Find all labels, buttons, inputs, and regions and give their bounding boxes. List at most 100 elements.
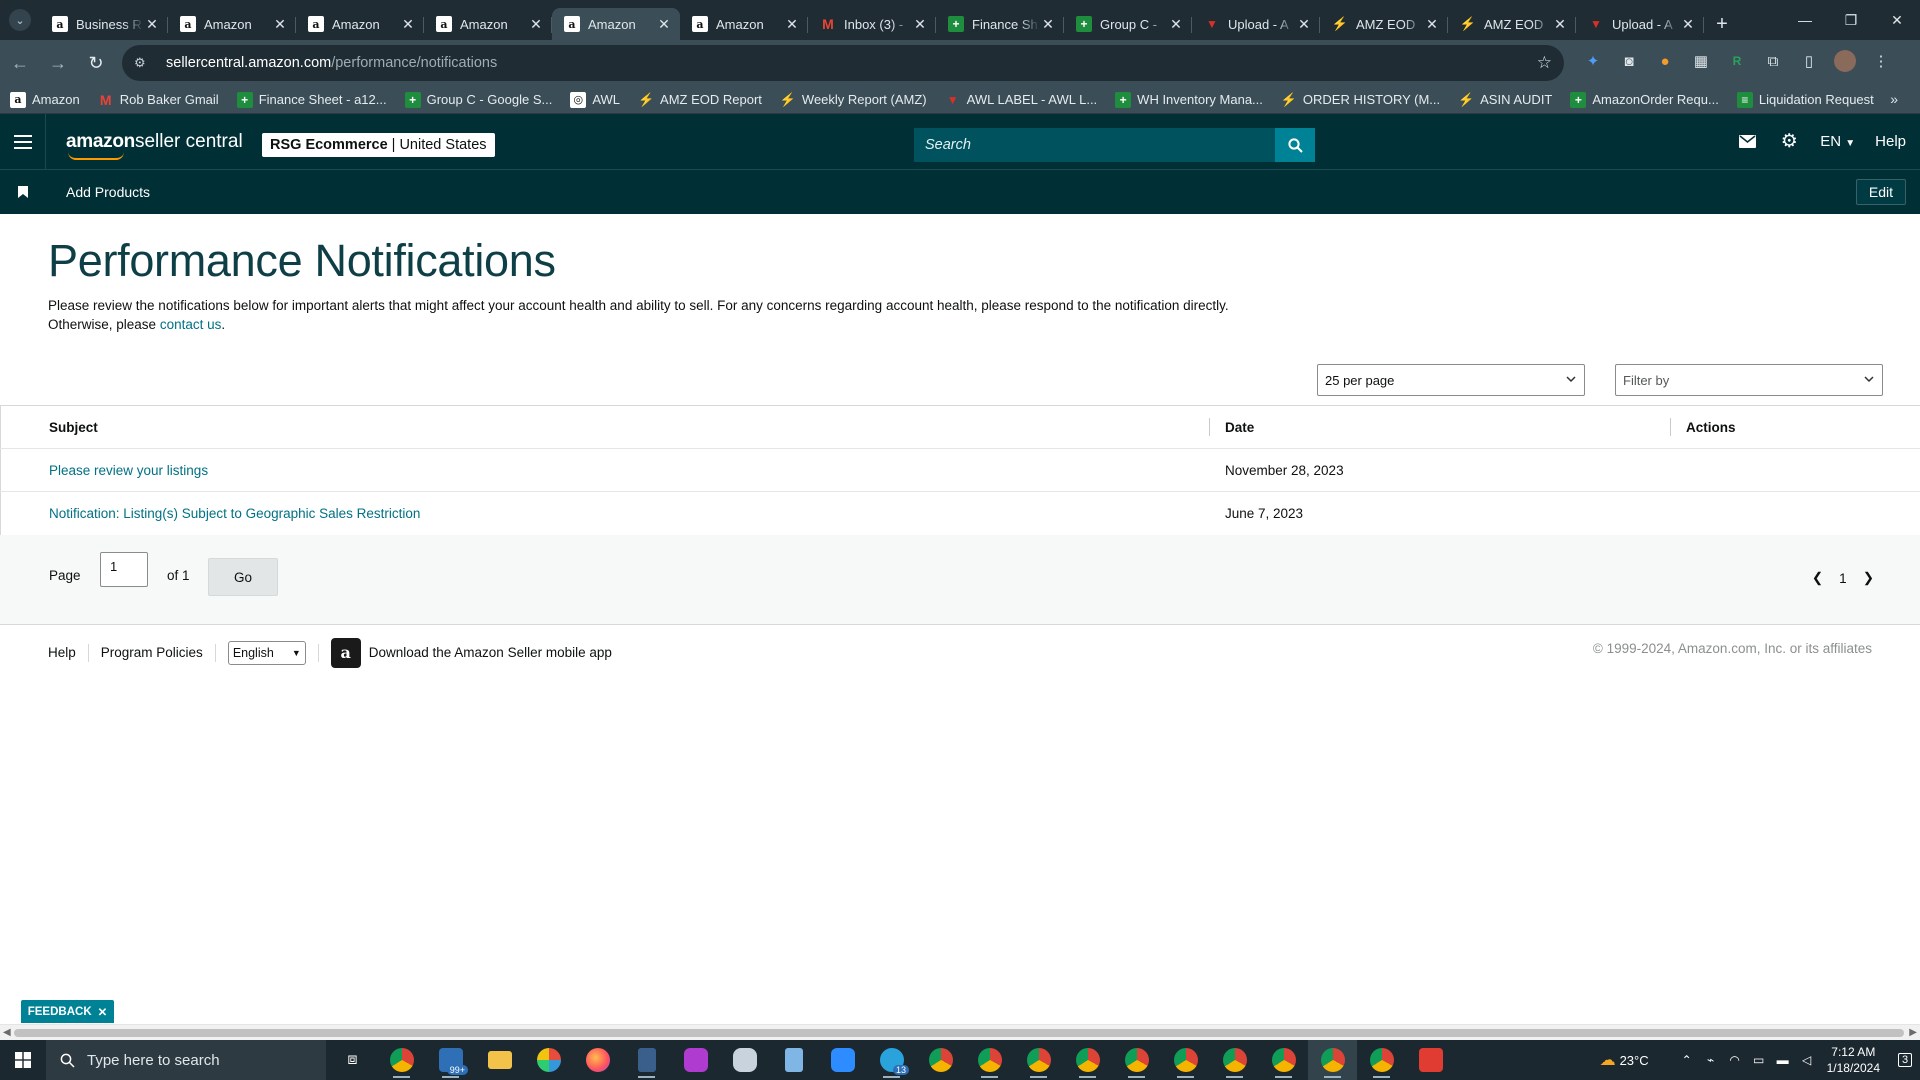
previous-page-icon[interactable]: ❮	[1812, 570, 1823, 586]
tab-close-icon[interactable]: ✕	[144, 16, 160, 32]
settings-gear-icon[interactable]: ⚙	[1778, 130, 1800, 153]
contact-us-link[interactable]: contact us	[160, 317, 222, 332]
current-page-number[interactable]: 1	[1839, 571, 1847, 586]
telegram-icon[interactable]: 13	[867, 1040, 916, 1080]
add-products-link[interactable]: Add Products	[66, 184, 150, 200]
reload-button[interactable]: ↻	[78, 45, 114, 81]
forward-button[interactable]: →	[40, 45, 76, 81]
bookmark-item[interactable]: ⚡ Weekly Report (AMZ)	[780, 92, 927, 108]
bookmark-item[interactable]: + WH Inventory Mana...	[1115, 91, 1263, 108]
browser-tab[interactable]: ⚡ AMZ EOD ✕	[1448, 8, 1576, 40]
browser-tab[interactable]: M Inbox (3) - ✕	[808, 8, 936, 40]
help-link[interactable]: Help	[1875, 133, 1906, 150]
bookmark-item[interactable]: ◎ AWL	[570, 91, 620, 108]
bookmark-item[interactable]: + AmazonOrder Requ...	[1570, 91, 1719, 108]
side-panel-icon[interactable]: ▯	[1794, 46, 1824, 76]
zoom-icon[interactable]	[818, 1040, 867, 1080]
program-policies-link[interactable]: Program Policies	[101, 645, 203, 660]
url-input[interactable]: ⚙ sellercentral.amazon.com/performance/n…	[122, 45, 1564, 81]
windows-start-button[interactable]	[0, 1040, 46, 1080]
taskbar-clock[interactable]: 7:12 AM 1/18/2024	[1827, 1044, 1880, 1076]
firefox-icon[interactable]	[573, 1040, 622, 1080]
browser-tab[interactable]: a Amazon ✕	[680, 8, 808, 40]
browser-tab[interactable]: a Amazon ✕	[296, 8, 424, 40]
chrome-profile-icon[interactable]	[965, 1040, 1014, 1080]
scrollbar-thumb[interactable]	[14, 1029, 1904, 1037]
tab-close-icon[interactable]: ✕	[272, 16, 288, 32]
seller-central-logo[interactable]: amazon seller central	[66, 114, 243, 169]
search-input[interactable]	[914, 128, 1275, 162]
amazon-seller-app-icon[interactable]: a	[330, 637, 361, 668]
scroll-left-icon[interactable]: ◀	[3, 1027, 11, 1038]
browser-tab[interactable]: a Business R ✕	[40, 8, 168, 40]
battery-icon[interactable]: ▬	[1771, 1053, 1795, 1067]
browser-tab[interactable]: ▼ Upload - A ✕	[1576, 8, 1704, 40]
extension-screenshot-icon[interactable]: ▦	[1686, 46, 1716, 76]
notepad-icon[interactable]	[769, 1040, 818, 1080]
chrome-profile-icon[interactable]	[1161, 1040, 1210, 1080]
chrome-profile-icon[interactable]	[1259, 1040, 1308, 1080]
color-app-icon[interactable]	[524, 1040, 573, 1080]
chrome-icon[interactable]	[377, 1040, 426, 1080]
chrome-profile-icon[interactable]	[1063, 1040, 1112, 1080]
browser-tab[interactable]: + Group C - ✕	[1064, 8, 1192, 40]
task-view-icon[interactable]: ⧈	[328, 1040, 377, 1080]
bookmarks-overflow-icon[interactable]: »	[1890, 91, 1898, 107]
tab-search-button[interactable]: ⌄	[0, 0, 40, 40]
new-tab-button[interactable]: +	[1704, 8, 1740, 40]
r-app-icon[interactable]	[1406, 1040, 1455, 1080]
browser-tab[interactable]: a Amazon ✕	[168, 8, 296, 40]
chrome-profile-icon[interactable]	[1014, 1040, 1063, 1080]
close-window-button[interactable]: ✕	[1874, 0, 1920, 40]
network-off-icon[interactable]: ⌁	[1699, 1053, 1723, 1067]
extension-orange-icon[interactable]: ●	[1650, 46, 1680, 76]
chrome-profile-icon[interactable]	[1112, 1040, 1161, 1080]
filter-select[interactable]: Filter by	[1615, 364, 1883, 396]
menu-hamburger-icon[interactable]	[0, 114, 46, 169]
minimize-button[interactable]: —	[1782, 0, 1828, 40]
browser-tab[interactable]: ⚡ AMZ EOD ✕	[1320, 8, 1448, 40]
notification-subject-link[interactable]: Notification: Listing(s) Subject to Geog…	[49, 506, 420, 521]
account-switcher[interactable]: RSG Ecommerce | United States	[262, 133, 495, 157]
wifi-icon[interactable]: ◠	[1723, 1053, 1747, 1067]
bookmark-item[interactable]: M Rob Baker Gmail	[98, 92, 219, 108]
snip-tool-icon[interactable]	[720, 1040, 769, 1080]
tab-close-icon[interactable]: ✕	[1552, 16, 1568, 32]
notifications-icon[interactable]: 3	[1890, 1053, 1920, 1067]
volume-icon[interactable]: ◁	[1795, 1053, 1819, 1067]
next-page-icon[interactable]: ❯	[1863, 570, 1874, 586]
bookmark-item[interactable]: a Amazon	[10, 91, 80, 108]
per-page-select[interactable]: 25 per page	[1317, 364, 1585, 396]
tab-close-icon[interactable]: ✕	[912, 16, 928, 32]
tab-close-icon[interactable]: ✕	[1040, 16, 1056, 32]
tab-close-icon[interactable]: ✕	[528, 16, 544, 32]
browser-tab[interactable]: + Finance Sh ✕	[936, 8, 1064, 40]
weather-icon[interactable]: ☁	[1596, 1050, 1620, 1070]
column-header-date[interactable]: Date	[1225, 420, 1254, 435]
tab-close-icon[interactable]: ✕	[1296, 16, 1312, 32]
chrome-profile-icon[interactable]	[916, 1040, 965, 1080]
weather-temp[interactable]: 23°C	[1620, 1053, 1649, 1068]
chrome-profile-icon[interactable]	[1210, 1040, 1259, 1080]
browser-tab[interactable]: a Amazon ✕	[552, 8, 680, 40]
meet-icon[interactable]: ▭	[1747, 1053, 1771, 1067]
page-number-input[interactable]: 1	[100, 552, 148, 587]
download-app-link[interactable]: Download the Amazon Seller mobile app	[369, 645, 612, 660]
bookmark-item[interactable]: ⚡ ASIN AUDIT	[1458, 92, 1552, 108]
extension-sparkle-icon[interactable]: ✦	[1578, 46, 1608, 76]
chrome-profile-icon[interactable]	[1308, 1040, 1357, 1080]
tab-close-icon[interactable]: ✕	[784, 16, 800, 32]
scroll-right-icon[interactable]: ▶	[1909, 1027, 1917, 1038]
chevron-up-icon[interactable]: ⌃	[1675, 1053, 1699, 1067]
edit-bookmarks-button[interactable]: Edit	[1855, 179, 1906, 205]
horizontal-scrollbar[interactable]: ◀ ▶	[0, 1024, 1920, 1040]
chrome-profile-icon[interactable]	[1357, 1040, 1406, 1080]
bookmark-item[interactable]: + Finance Sheet - a12...	[236, 91, 387, 108]
taskbar-search[interactable]: Type here to search	[46, 1040, 326, 1080]
extension-off-icon[interactable]: ◙	[1614, 46, 1644, 76]
extension-r-icon[interactable]: R	[1722, 46, 1752, 76]
go-button[interactable]: Go	[208, 558, 278, 596]
bookmark-item[interactable]: ≡ Liquidation Request	[1736, 91, 1874, 108]
file-explorer-icon[interactable]	[475, 1040, 524, 1080]
footer-help-link[interactable]: Help	[48, 645, 76, 660]
